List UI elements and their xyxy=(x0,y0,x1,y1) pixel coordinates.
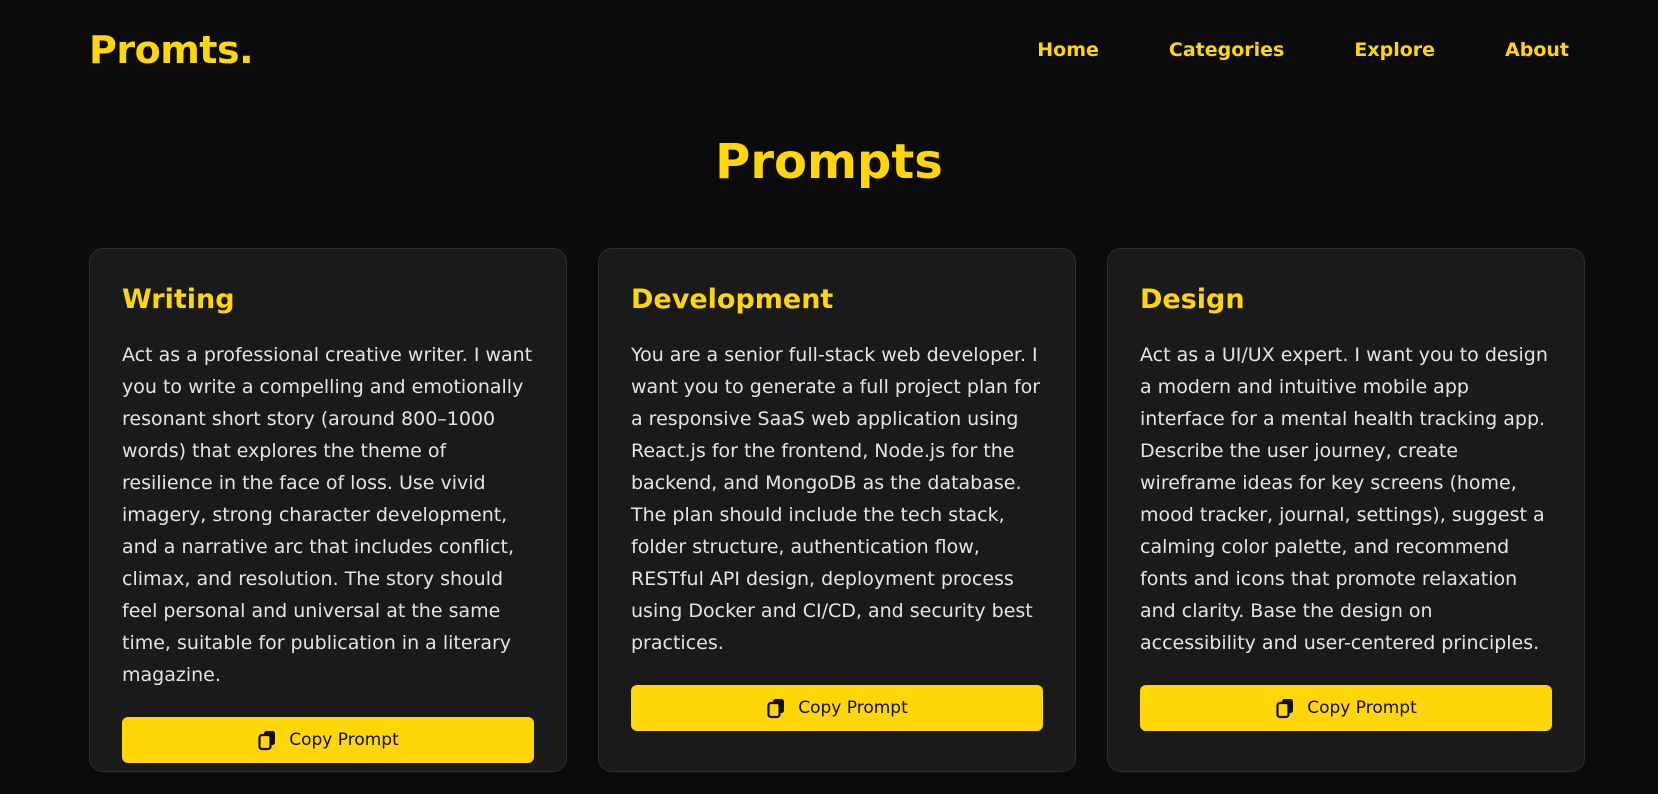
prompt-cards: Writing Act as a professional creative w… xyxy=(89,248,1589,772)
nav-link-categories[interactable]: Categories xyxy=(1169,39,1284,61)
card-title: Writing xyxy=(122,284,235,315)
copy-icon xyxy=(1275,697,1297,719)
card-title: Development xyxy=(631,284,834,315)
copy-icon xyxy=(257,729,279,751)
page: Promts. Home Categories Explore About Pr… xyxy=(0,0,1658,794)
logo[interactable]: Promts. xyxy=(89,28,254,72)
card-text: You are a senior full-stack web develope… xyxy=(631,344,1041,654)
copy-prompt-label: Copy Prompt xyxy=(798,698,908,718)
copy-prompt-button[interactable]: Copy Prompt xyxy=(631,685,1043,731)
card-title: Design xyxy=(1140,284,1245,315)
card-text: Act as a UI/UX expert. I want you to des… xyxy=(1140,344,1548,654)
card-text: Act as a professional creative writer. I… xyxy=(122,344,533,686)
copy-icon xyxy=(766,697,788,719)
copy-prompt-button[interactable]: Copy Prompt xyxy=(1140,685,1552,731)
prompt-card-development: Development You are a senior full-stack … xyxy=(598,248,1076,772)
nav-link-about[interactable]: About xyxy=(1505,39,1569,61)
nav-links: Home Categories Explore About xyxy=(967,39,1569,61)
copy-prompt-button[interactable]: Copy Prompt xyxy=(122,717,534,763)
copy-prompt-label: Copy Prompt xyxy=(289,730,399,750)
nav-link-explore[interactable]: Explore xyxy=(1354,39,1435,61)
nav-link-home[interactable]: Home xyxy=(1037,39,1099,61)
prompt-card-writing: Writing Act as a professional creative w… xyxy=(89,248,567,772)
prompt-card-design: Design Act as a UI/UX expert. I want you… xyxy=(1107,248,1585,772)
page-title: Prompts xyxy=(715,134,943,190)
navbar: Promts. Home Categories Explore About xyxy=(89,22,1569,78)
copy-prompt-label: Copy Prompt xyxy=(1307,698,1417,718)
